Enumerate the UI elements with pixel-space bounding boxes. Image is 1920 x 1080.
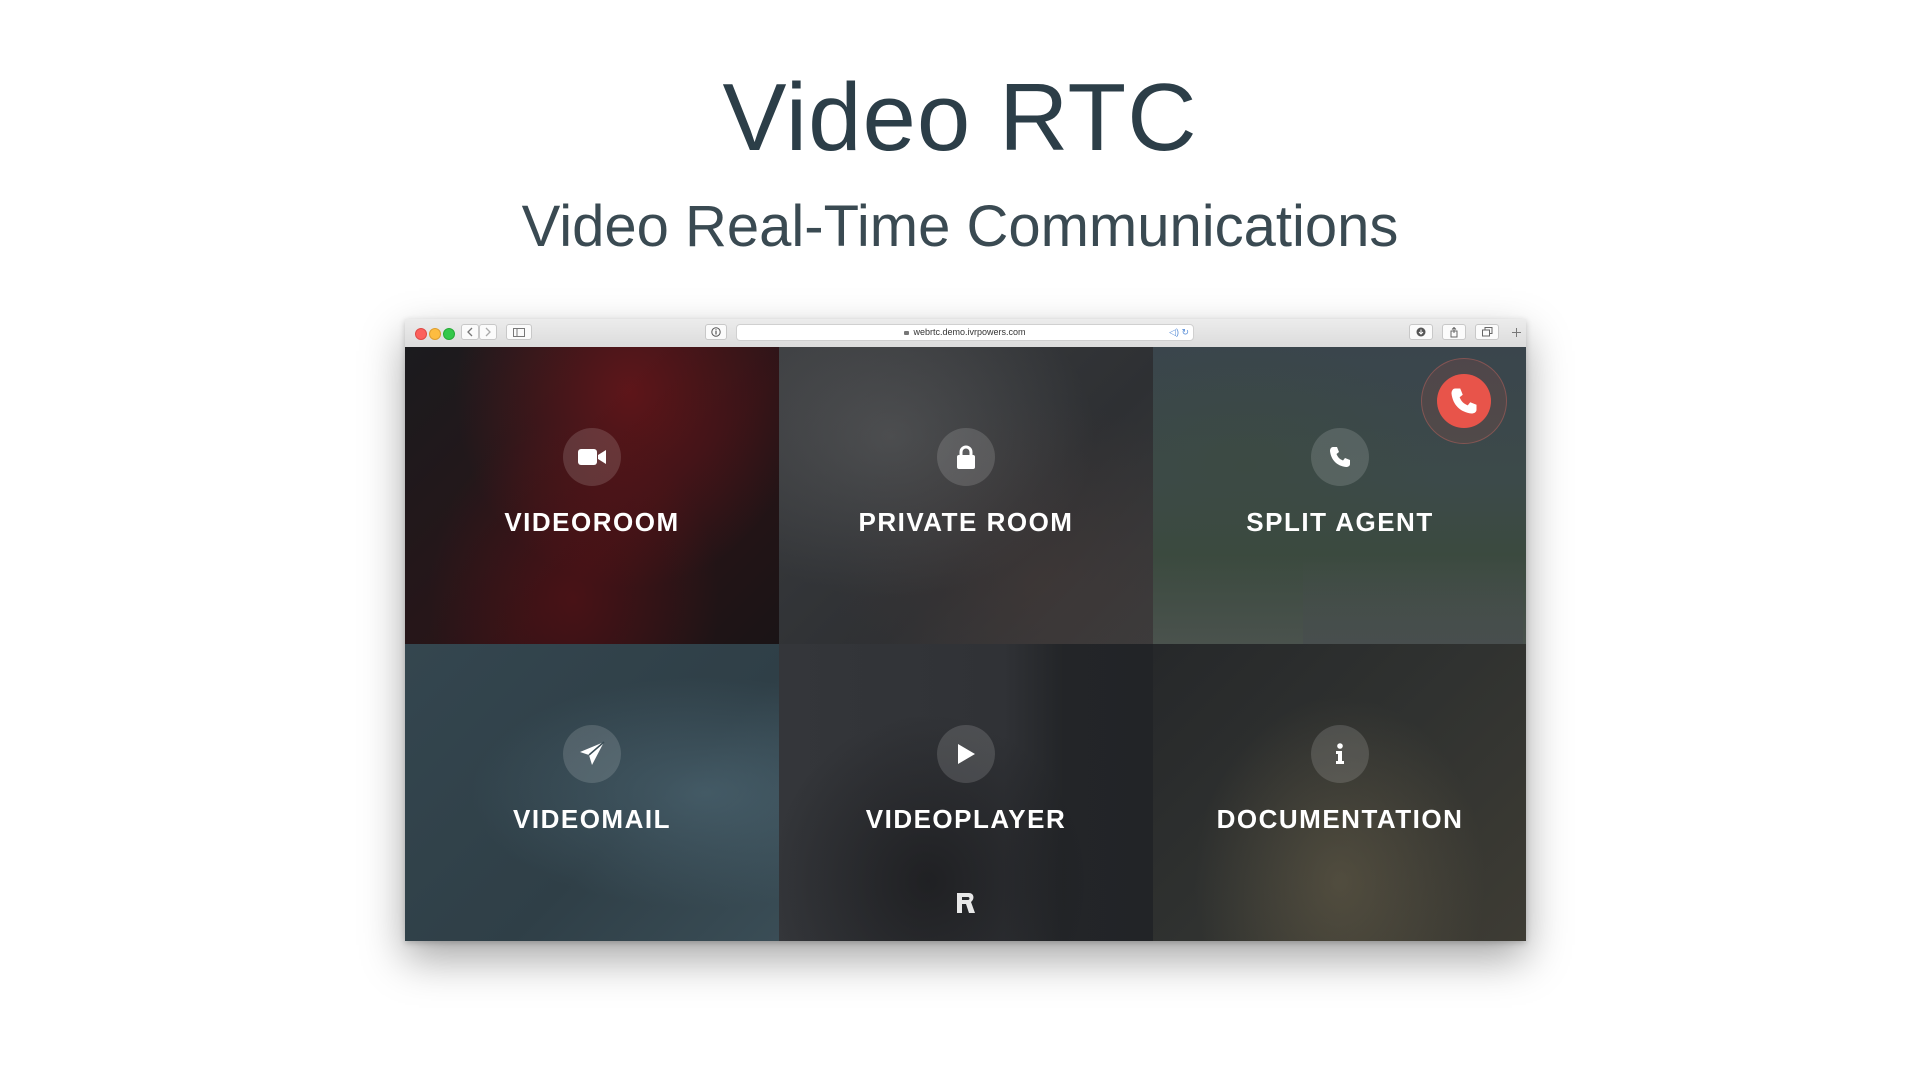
chevron-left-icon: [467, 327, 473, 337]
phone-icon: [1311, 428, 1369, 486]
tile-videoplayer[interactable]: VIDEOPLAYER: [779, 644, 1153, 941]
play-icon: [937, 725, 995, 783]
url-text: webrtc.demo.ivrpowers.com: [913, 327, 1026, 337]
browser-toolbar: webrtc.demo.ivrpowers.com ◁) ↻: [405, 319, 1526, 348]
address-bar[interactable]: webrtc.demo.ivrpowers.com ◁) ↻: [736, 324, 1194, 341]
tabs-icon: [1481, 327, 1492, 337]
maximize-window-button[interactable]: [443, 328, 455, 340]
app-tile-grid: VIDEOROOM PRIVATE ROOM SPLIT AGENT VIDEO…: [405, 347, 1526, 941]
hangup-call-button[interactable]: [1410, 347, 1518, 455]
info-icon: [1311, 725, 1369, 783]
chevron-right-icon: [485, 327, 491, 337]
forward-button[interactable]: [479, 324, 497, 340]
tile-videomail[interactable]: VIDEOMAIL: [405, 644, 779, 941]
sidebar-toggle-button[interactable]: [506, 324, 532, 340]
plus-icon: [1511, 327, 1521, 337]
tile-label: VIDEOMAIL: [513, 804, 671, 834]
share-icon: [1450, 326, 1458, 337]
info-circle-icon: [711, 327, 721, 337]
tile-videoroom[interactable]: VIDEOROOM: [405, 347, 779, 644]
road-image: [1303, 554, 1523, 644]
minimize-window-button[interactable]: [429, 328, 441, 340]
sidebar-icon: [513, 327, 525, 337]
page-subtitle: Video Real-Time Communications: [521, 194, 1399, 259]
tile-private-room[interactable]: PRIVATE ROOM: [779, 347, 1153, 644]
paper-plane-icon: [563, 725, 621, 783]
tabs-overview-button[interactable]: [1475, 324, 1499, 340]
lock-icon: [937, 428, 995, 486]
tile-label: PRIVATE ROOM: [858, 507, 1074, 537]
page-title: Video RTC: [722, 64, 1198, 171]
lock-icon: [904, 330, 910, 335]
phone-icon: [1437, 374, 1491, 428]
tile-label: VIDEOROOM: [504, 507, 680, 537]
back-button[interactable]: [461, 324, 479, 340]
tile-label: VIDEOPLAYER: [865, 804, 1067, 834]
video-camera-icon: [563, 428, 621, 486]
close-window-button[interactable]: [415, 328, 427, 340]
tile-label: SPLIT AGENT: [1246, 507, 1434, 537]
brand-logo-icon: [957, 893, 975, 913]
tile-documentation[interactable]: DOCUMENTATION: [1153, 644, 1526, 941]
reload-icon[interactable]: ◁) ↻: [1169, 325, 1189, 340]
new-tab-button[interactable]: [1508, 324, 1524, 340]
download-icon: [1416, 327, 1426, 337]
browser-window: webrtc.demo.ivrpowers.com ◁) ↻ VIDEOROOM: [405, 319, 1526, 941]
tile-label: DOCUMENTATION: [1216, 804, 1464, 834]
share-button[interactable]: [1442, 324, 1466, 340]
downloads-button[interactable]: [1409, 324, 1433, 340]
site-info-button[interactable]: [705, 324, 727, 340]
